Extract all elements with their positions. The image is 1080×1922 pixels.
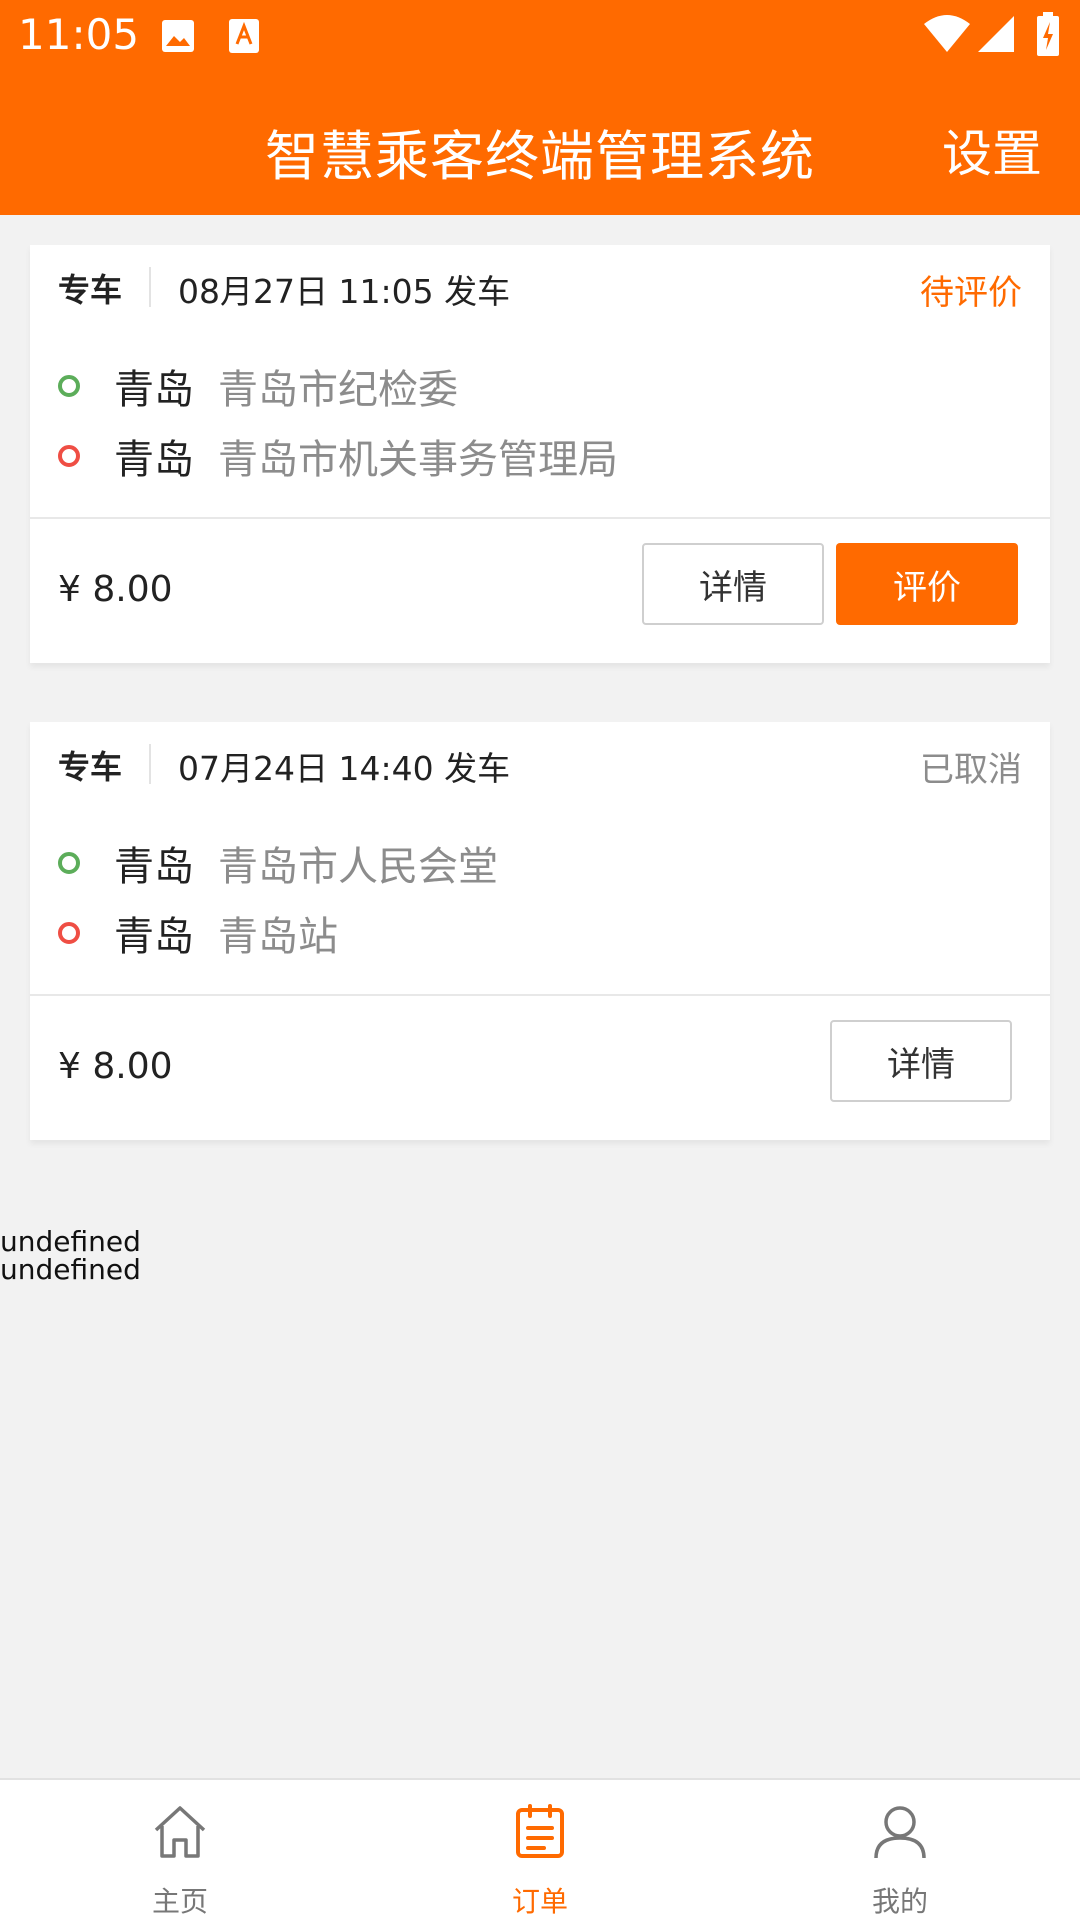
end-city: 青岛 [114,914,194,960]
end-dot-icon [58,445,80,467]
tab-label: 订单 [511,1885,568,1918]
order-card-info: 专车 08月27日 11:05 发车 待评价 青岛 青岛市纪检委 青岛 青岛市机… [30,245,1050,519]
divider [149,267,151,307]
order-price: ¥ 8.00 [58,569,173,610]
start-dot-icon [58,375,80,397]
bottom-tab-bar: 主页 订单 我的 [0,1778,1080,1922]
route-end: 青岛 青岛站 [58,902,1018,962]
depart-time: 07月24日 14:40 发车 [178,749,511,788]
status-bar: 11:05 [0,0,1080,72]
status-time: 11:05 [18,10,140,59]
divider [149,744,151,784]
image-icon [160,18,196,58]
detail-button[interactable]: 详情 [642,543,824,625]
start-city: 青岛 [114,367,194,413]
debug-text: undefined [0,1253,141,1286]
signal-icon [978,14,1014,58]
car-type-label: 专车 [58,748,123,786]
order-card-actions: ¥ 8.00 详情 [30,996,1050,1140]
detail-button[interactable]: 详情 [830,1020,1012,1102]
route-start: 青岛 青岛市人民会堂 [58,832,1018,892]
home-icon [150,1802,210,1866]
end-place: 青岛市机关事务管理局 [218,437,618,483]
route-start: 青岛 青岛市纪检委 [58,355,1018,415]
end-city: 青岛 [114,437,194,483]
order-price: ¥ 8.00 [58,1046,173,1087]
tab-label: 我的 [871,1885,928,1918]
battery-charging-icon [1036,12,1060,60]
start-place: 青岛市纪检委 [218,367,458,413]
order-card[interactable]: 专车 08月27日 11:05 发车 待评价 青岛 青岛市纪检委 青岛 青岛市机… [30,245,1050,663]
review-button[interactable]: 评价 [836,543,1018,625]
debug-text: undefined [0,1225,141,1258]
user-icon [870,1802,930,1866]
order-status: 待评价 [920,273,1022,313]
tab-profile[interactable]: 我的 [800,1780,1000,1922]
end-dot-icon [58,922,80,944]
start-city: 青岛 [114,844,194,890]
start-dot-icon [58,852,80,874]
clipboard-icon [510,1802,570,1866]
order-card-actions: ¥ 8.00 详情 评价 [30,519,1050,663]
page-title: 智慧乘客终端管理系统 [265,125,815,188]
text-a-icon [228,18,260,58]
settings-button[interactable]: 设置 [942,114,1042,186]
end-place: 青岛站 [218,914,338,960]
tab-home[interactable]: 主页 [80,1780,280,1922]
tab-orders[interactable]: 订单 [440,1780,640,1922]
app-header: 智慧乘客终端管理系统 设置 [0,72,1080,215]
order-card-info: 专车 07月24日 14:40 发车 已取消 青岛 青岛市人民会堂 青岛 青岛站 [30,722,1050,996]
depart-time: 08月27日 11:05 发车 [178,272,511,311]
car-type-label: 专车 [58,271,123,309]
route-end: 青岛 青岛市机关事务管理局 [58,425,1018,485]
order-card[interactable]: 专车 07月24日 14:40 发车 已取消 青岛 青岛市人民会堂 青岛 青岛站… [30,722,1050,1140]
order-status: 已取消 [920,750,1022,790]
start-place: 青岛市人民会堂 [218,844,498,890]
tab-label: 主页 [151,1885,208,1918]
wifi-icon [924,14,970,58]
